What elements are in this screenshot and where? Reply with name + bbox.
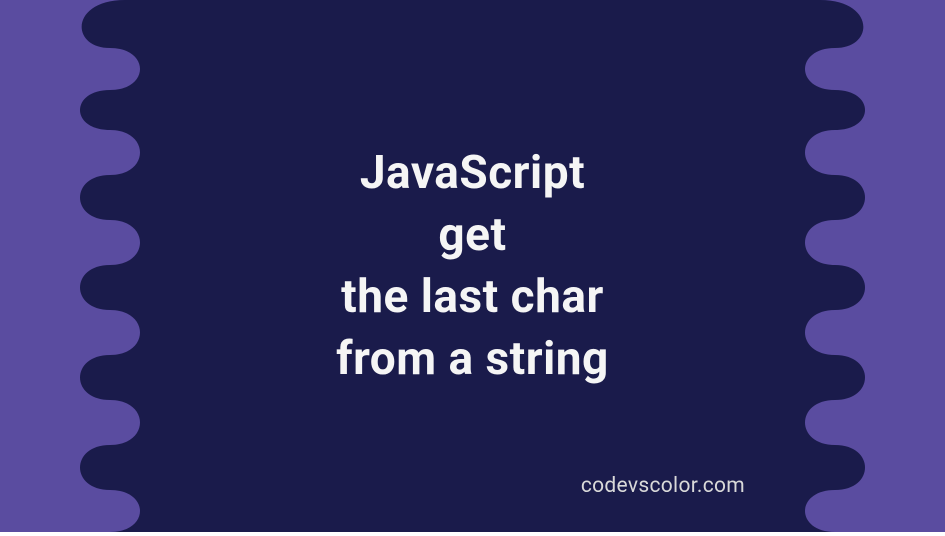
title-container: JavaScript get the last char from a stri… — [336, 142, 609, 390]
title-line-2: get — [336, 204, 609, 266]
banner-title: JavaScript get the last char from a stri… — [336, 142, 609, 390]
banner-canvas: JavaScript get the last char from a stri… — [0, 0, 945, 532]
title-line-4: from a string — [336, 328, 609, 390]
title-line-3: the last char — [336, 266, 609, 328]
decorative-blob-right — [725, 0, 945, 532]
decorative-blob-left — [0, 0, 220, 532]
watermark-text: codevscolor.com — [581, 474, 745, 498]
title-line-1: JavaScript — [336, 142, 609, 204]
